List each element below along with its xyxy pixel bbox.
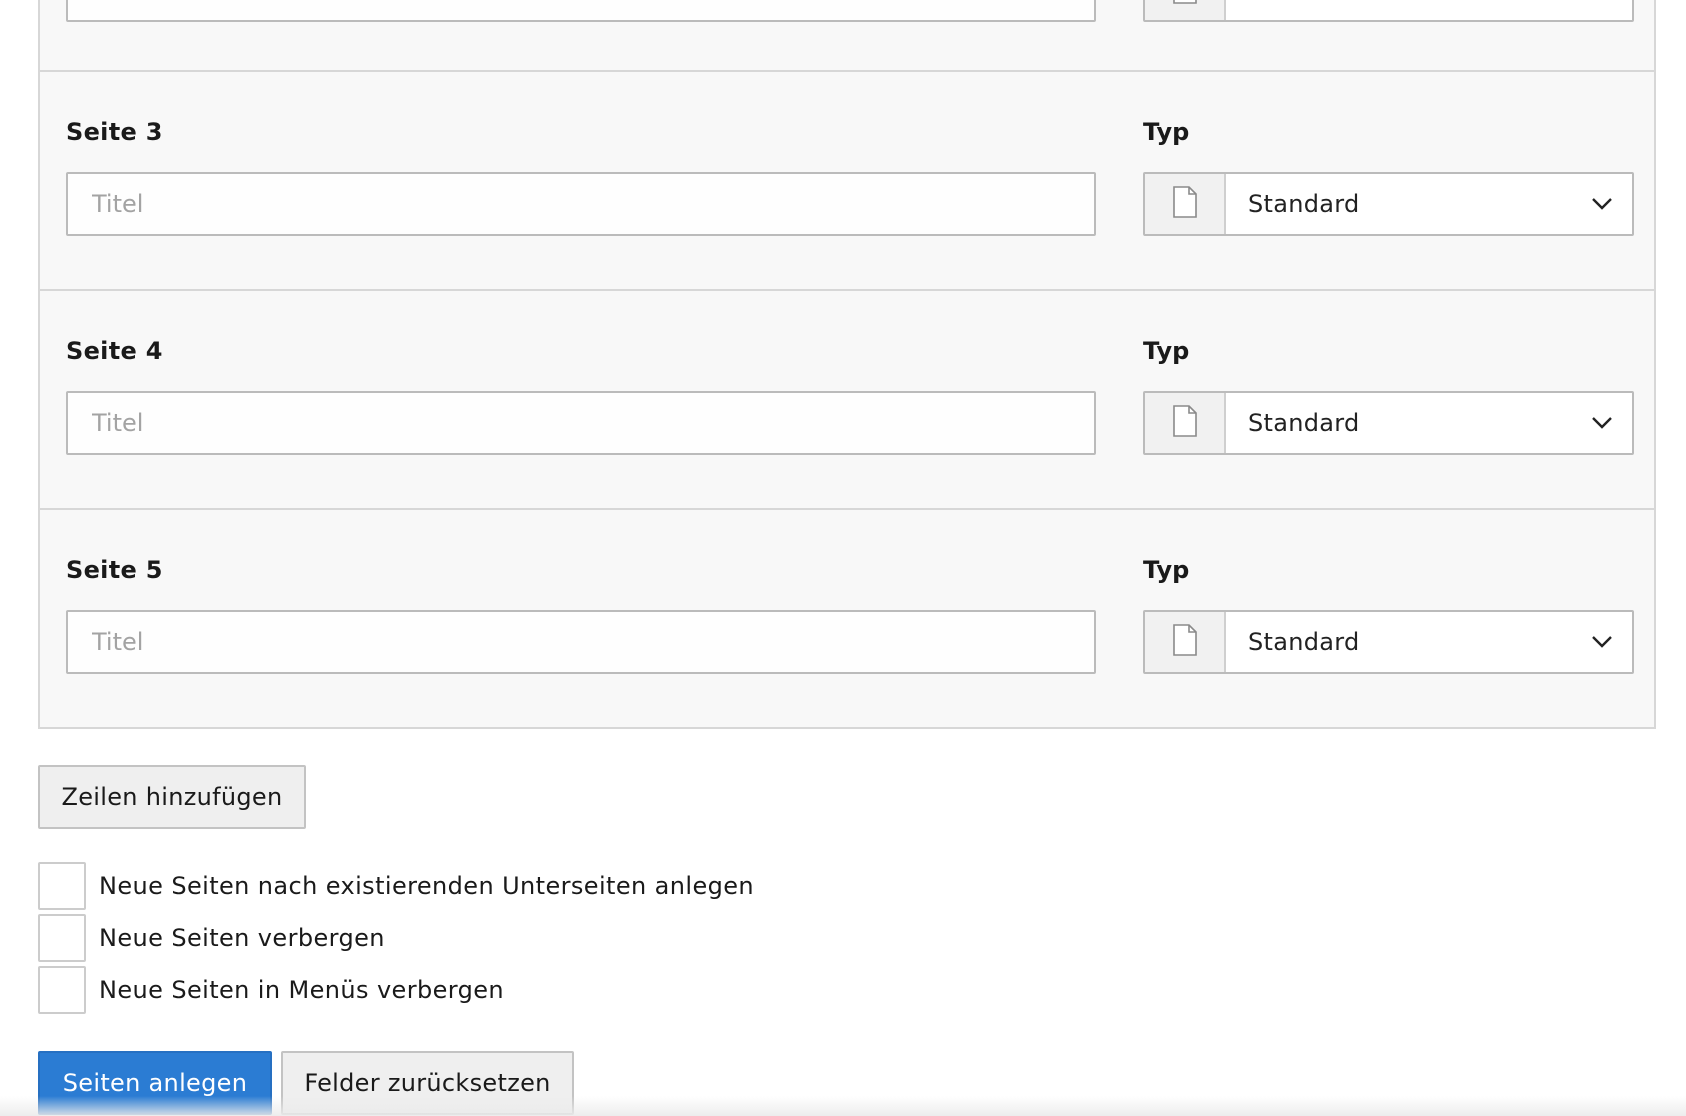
page-type-select-partial[interactable] [1143, 0, 1634, 22]
page-title-input[interactable] [66, 610, 1096, 674]
page-rows-panel: Seite 3 Typ Standard Seite 4 Typ [38, 0, 1656, 729]
page-row-label: Seite 3 [66, 118, 163, 146]
page-row-partial [40, 0, 1654, 72]
page-row-5: Seite 5 Typ Standard [40, 510, 1654, 727]
page-row-4: Seite 4 Typ Standard [40, 291, 1654, 510]
checkbox[interactable] [38, 966, 86, 1014]
checkbox[interactable] [38, 862, 86, 910]
type-label: Typ [1143, 337, 1190, 365]
chevron-down-icon [1572, 612, 1632, 672]
page-row-label: Seite 4 [66, 337, 163, 365]
page-type-value: Standard [1248, 409, 1360, 437]
page-type-value: Standard [1248, 628, 1360, 656]
page-title-input[interactable] [66, 391, 1096, 455]
type-label: Typ [1143, 118, 1190, 146]
checkbox-label: Neue Seiten verbergen [99, 924, 385, 952]
document-page-icon [1172, 186, 1198, 222]
option-hide-in-menus[interactable]: Neue Seiten in Menüs verbergen [38, 966, 504, 1014]
document-page-icon [1172, 0, 1198, 8]
add-rows-button[interactable]: Zeilen hinzufügen [38, 765, 306, 829]
page-row-label: Seite 5 [66, 556, 163, 584]
page-type-select[interactable]: Standard [1143, 172, 1634, 236]
checkbox-label: Neue Seiten in Menüs verbergen [99, 976, 505, 1004]
page-row-3: Seite 3 Typ Standard [40, 72, 1654, 291]
option-hide-pages[interactable]: Neue Seiten verbergen [38, 914, 385, 962]
bottom-shadow [0, 1096, 1686, 1116]
document-page-icon [1172, 405, 1198, 441]
checkbox-label: Neue Seiten nach existierenden Unterseit… [99, 872, 755, 900]
chevron-down-icon [1572, 393, 1632, 453]
option-after-existing[interactable]: Neue Seiten nach existierenden Unterseit… [38, 862, 754, 910]
page-title-input[interactable] [66, 172, 1096, 236]
checkbox[interactable] [38, 914, 86, 962]
page-type-select[interactable]: Standard [1143, 391, 1634, 455]
chevron-down-icon [1572, 174, 1632, 234]
page-type-icon-box [1145, 0, 1226, 20]
page-title-input-partial[interactable] [66, 0, 1096, 22]
page-type-value: Standard [1248, 190, 1360, 218]
page-type-select[interactable]: Standard [1143, 610, 1634, 674]
page-type-icon-box [1145, 393, 1226, 453]
type-label: Typ [1143, 556, 1190, 584]
document-page-icon [1172, 624, 1198, 660]
page-type-icon-box [1145, 612, 1226, 672]
page-wizard: Seite 3 Typ Standard Seite 4 Typ [0, 0, 1686, 1116]
page-type-icon-box [1145, 174, 1226, 234]
